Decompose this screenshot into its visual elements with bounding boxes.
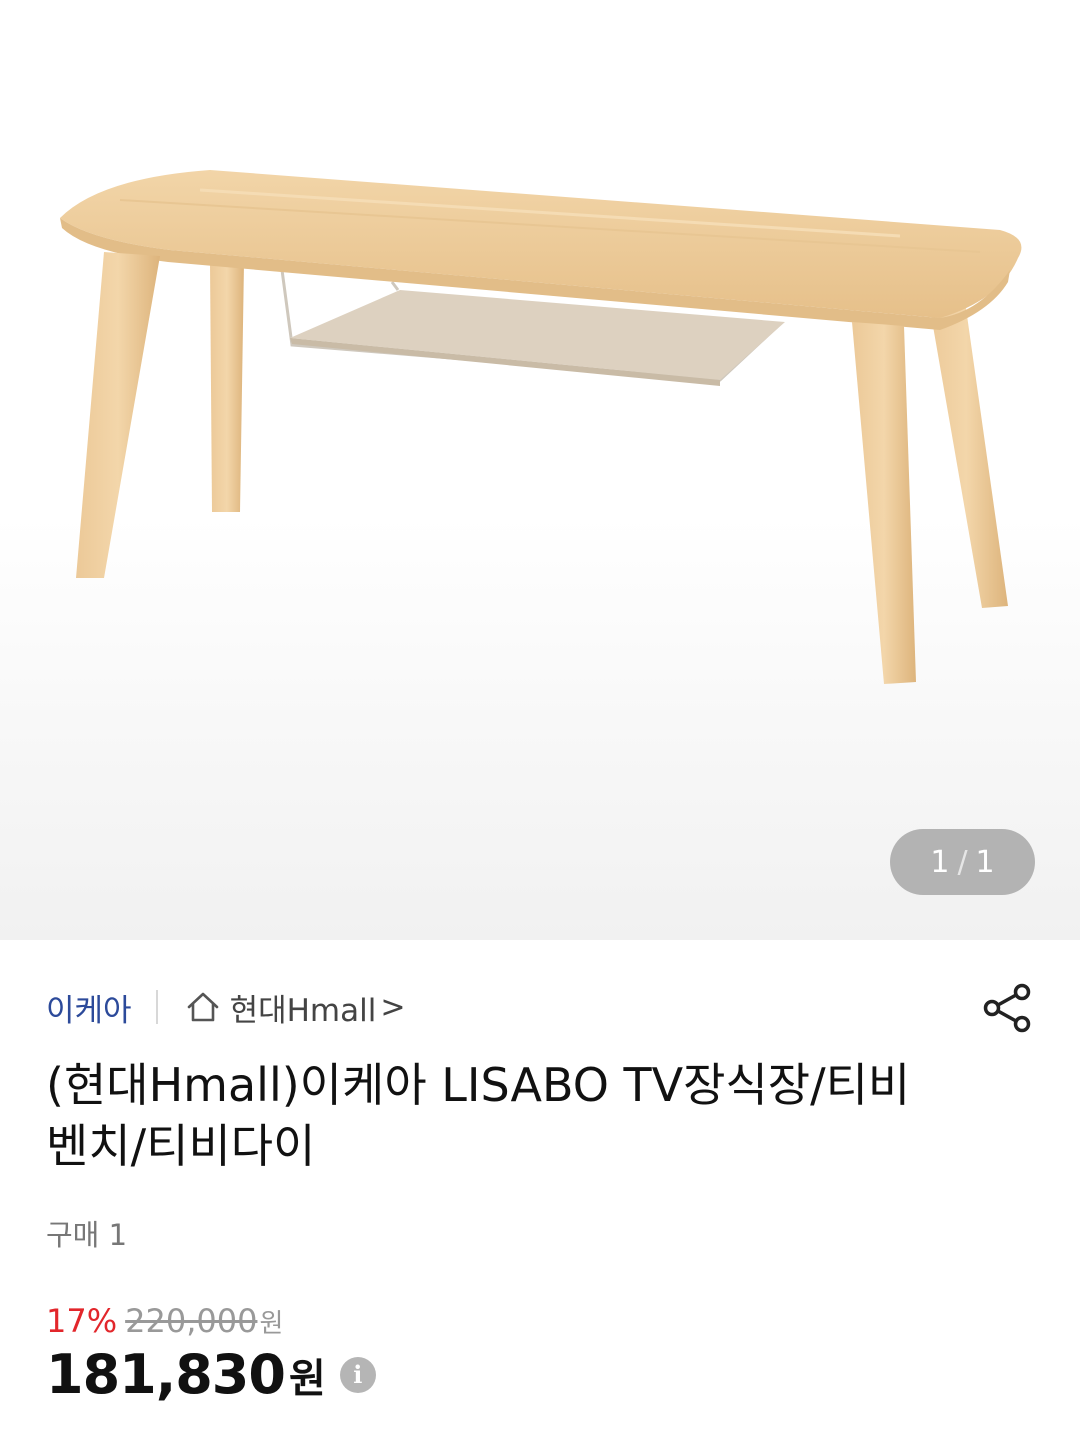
image-counter-current: 1 [930,844,950,880]
purchase-count: 구매 1 [46,1218,128,1252]
share-icon[interactable] [980,980,1036,1036]
image-counter-total: 1 [975,844,995,880]
original-price-unit: 원 [259,1309,284,1339]
original-price: 220,000 [125,1302,258,1340]
store-link[interactable]: 현대Hmall [230,985,377,1030]
chevron-right-icon: > [380,989,406,1025]
brand-divider [155,990,158,1024]
home-icon[interactable] [184,988,222,1026]
sale-price: 181,830 [46,1343,286,1406]
product-image-gallery[interactable]: 1 / 1 [0,0,1080,940]
brand-row: 이케아 현대Hmall > [46,980,1036,1034]
sale-price-row: 181,830 원 i [46,1343,376,1406]
image-counter-separator: / [957,844,968,880]
brand-link[interactable]: 이케아 [46,985,132,1030]
image-counter: 1 / 1 [890,829,1035,895]
product-title: (현대Hmall)이케아 LISABO TV장식장/티비벤치/티비다이 [46,1058,911,1173]
discount-rate: 17% [46,1302,118,1340]
info-icon[interactable]: i [339,1356,376,1393]
sale-price-unit: 원 [288,1355,326,1402]
original-price-row: 17% 220,000 원 [46,1302,283,1340]
product-image [60,170,1022,684]
